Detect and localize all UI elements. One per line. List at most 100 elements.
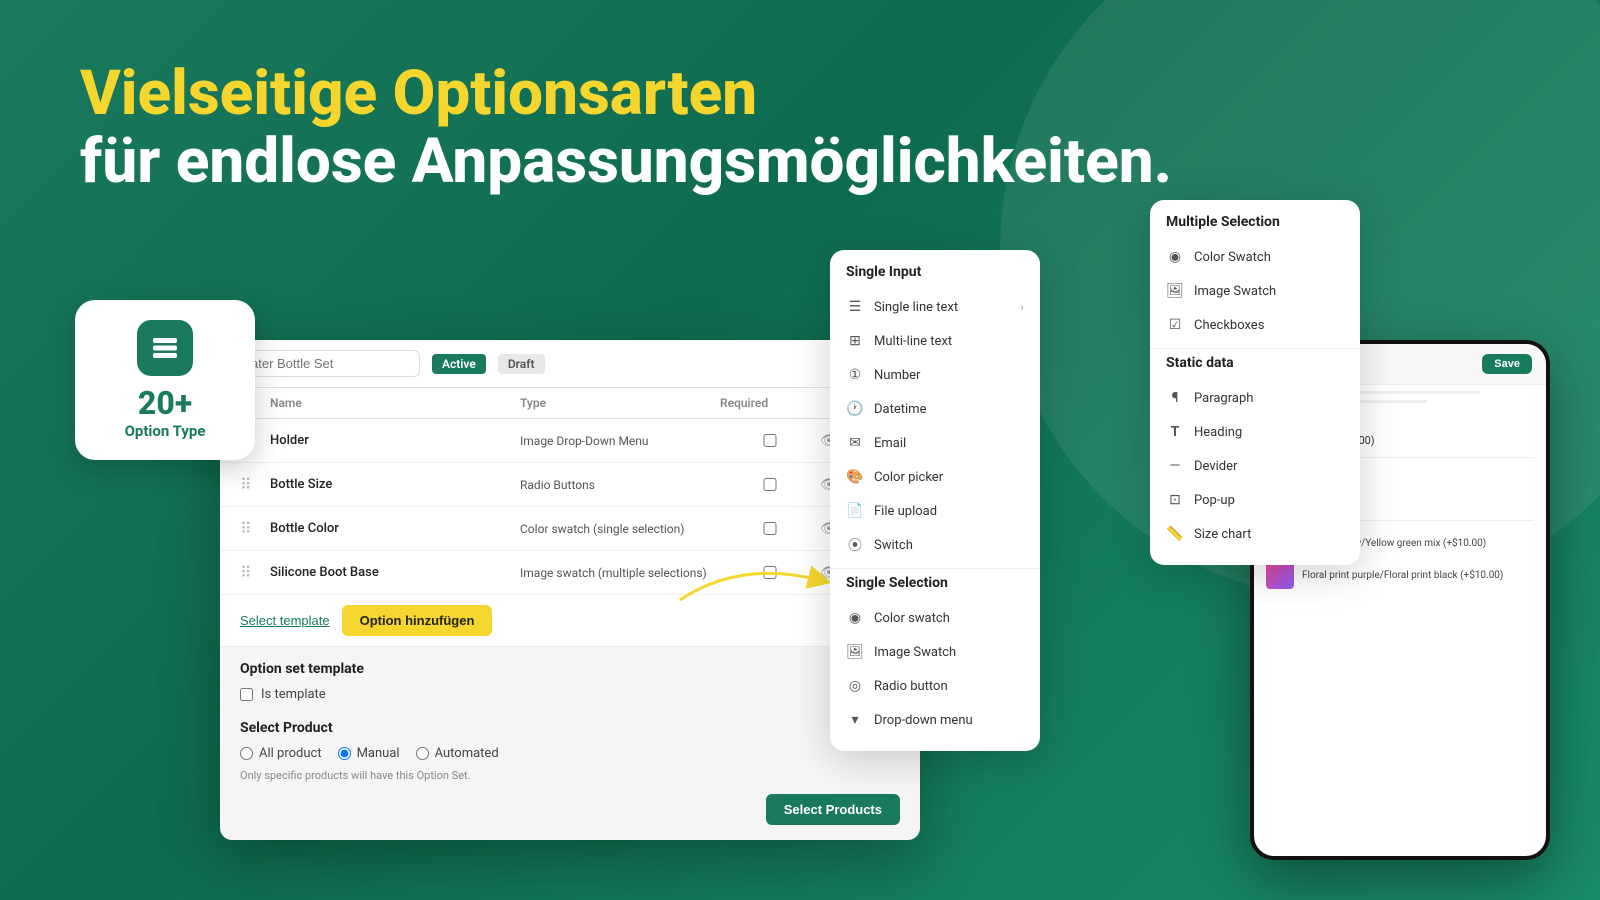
row-name: Holder: [270, 433, 520, 448]
switch-item[interactable]: ⦿ Switch: [830, 528, 1040, 562]
required-checkbox[interactable]: [720, 478, 820, 491]
devider-label: Devider: [1194, 459, 1237, 474]
dropdown-menu-item[interactable]: ▾ Drop-down menu: [830, 703, 1040, 737]
required-checkbox[interactable]: [720, 522, 820, 535]
single-line-icon: ☰: [846, 298, 864, 316]
checkboxes-label: Checkboxes: [1194, 318, 1264, 333]
multi-line-text-item[interactable]: ⊞ Multi-line text: [830, 324, 1040, 358]
color-swatch-icon: ◉: [846, 609, 864, 627]
paragraph-label: Paragraph: [1194, 391, 1253, 406]
stack-icon: [149, 332, 181, 364]
single-input-dropdown: Single Input ☰ Single line text › ⊞ Mult…: [830, 250, 1040, 751]
size-chart-item[interactable]: 📏 Size chart: [1150, 517, 1360, 551]
drag-handle-icon[interactable]: ⠿: [240, 519, 270, 538]
color-picker-item[interactable]: 🎨 Color picker: [830, 460, 1040, 494]
row-name: Bottle Size: [270, 477, 520, 492]
devider-item[interactable]: — Devider: [1150, 449, 1360, 483]
radio-button-item[interactable]: ◎ Radio button: [830, 669, 1040, 703]
switch-label: Switch: [874, 538, 913, 553]
row-type: Radio Buttons: [520, 478, 720, 492]
option-type-badge: 20+ Option Type: [75, 300, 255, 460]
paragraph-icon: ¶: [1166, 389, 1184, 407]
product-label-floral: Floral print purple/Floral print black (…: [1302, 570, 1503, 581]
required-checkbox[interactable]: [720, 434, 820, 447]
heading-icon: T: [1166, 423, 1184, 441]
image-swatch-item[interactable]: 🖼 Image Swatch: [830, 635, 1040, 669]
option-set-template-label: Option set template: [220, 647, 920, 683]
single-line-label: Single line text: [874, 300, 958, 315]
table-row: ⠿ Holder Image Drop-Down Menu 👁 ⚙ 🗑: [220, 419, 920, 463]
file-upload-item[interactable]: 📄 File upload: [830, 494, 1040, 528]
color-swatch-label: Color swatch: [874, 611, 950, 626]
single-input-title: Single Input: [830, 264, 1040, 290]
email-item[interactable]: ✉ Email: [830, 426, 1040, 460]
bottle-set-input[interactable]: [240, 350, 420, 377]
hint-text: Only specific products will have this Op…: [220, 765, 920, 786]
is-template-checkbox[interactable]: [240, 688, 253, 701]
datetime-label: Datetime: [874, 402, 926, 417]
table-row: ⠿ Bottle Size Radio Buttons 👁 ⚙ 🗑: [220, 463, 920, 507]
multi-image-swatch-label: Image Swatch: [1194, 284, 1276, 299]
datetime-icon: 🕐: [846, 400, 864, 418]
popup-icon: ⊡: [1166, 491, 1184, 509]
multi-image-swatch-item[interactable]: 🖼 Image Swatch: [1150, 274, 1360, 308]
popup-item[interactable]: ⊡ Pop-up: [1150, 483, 1360, 517]
select-product-radios: All product Manual Automated: [220, 742, 920, 765]
color-swatch-item[interactable]: ◉ Color swatch: [830, 601, 1040, 635]
badge-number: 20+: [138, 384, 192, 422]
is-template-row: Is template: [220, 683, 920, 706]
device-save-button[interactable]: Save: [1482, 354, 1532, 374]
datetime-item[interactable]: 🕐 Datetime: [830, 392, 1040, 426]
file-upload-label: File upload: [874, 504, 937, 519]
dropdown-divider: [830, 568, 1040, 569]
number-label: Number: [874, 368, 920, 383]
multi-color-swatch-label: Color Swatch: [1194, 250, 1271, 265]
multi-line-icon: ⊞: [846, 332, 864, 350]
heading-label: Heading: [1194, 425, 1242, 440]
app-header: Active Draft: [220, 340, 920, 388]
drag-handle-icon[interactable]: ⠿: [240, 475, 270, 494]
email-icon: ✉: [846, 434, 864, 452]
active-badge: Active: [432, 354, 486, 374]
radio-button-label: Radio button: [874, 679, 948, 694]
all-product-option[interactable]: All product: [240, 746, 322, 761]
popup-label: Pop-up: [1194, 493, 1235, 508]
image-swatch-label: Image Swatch: [874, 645, 956, 660]
number-item[interactable]: ① Number: [830, 358, 1040, 392]
add-option-button[interactable]: Option hinzufügen: [342, 605, 493, 636]
single-selection-title: Single Selection: [830, 575, 1040, 601]
select-products-button[interactable]: Select Products: [766, 794, 900, 825]
color-picker-icon: 🎨: [846, 468, 864, 486]
switch-icon: ⦿: [846, 536, 864, 554]
product-item-floral: Floral print purple/Floral print black (…: [1266, 561, 1534, 589]
expand-icon: ▾: [846, 711, 864, 729]
multiple-selection-dropdown: Multiple Selection ◉ Color Swatch 🖼 Imag…: [1150, 200, 1360, 565]
multi-color-swatch-item[interactable]: ◉ Color Swatch: [1150, 240, 1360, 274]
table-header: Name Type Required: [220, 388, 920, 419]
size-chart-label: Size chart: [1194, 527, 1251, 542]
hero-line2: für endlose Anpassungsmöglichkeiten.: [80, 128, 1172, 196]
single-line-text-item[interactable]: ☰ Single line text ›: [830, 290, 1040, 324]
static-data-title: Static data: [1150, 355, 1360, 381]
dropdown-menu-label: Drop-down menu: [874, 713, 973, 728]
automated-option[interactable]: Automated: [416, 746, 499, 761]
row-name: Silicone Boot Base: [270, 565, 520, 580]
image-swatch-icon: 🖼: [846, 643, 864, 661]
heading-item[interactable]: T Heading: [1150, 415, 1360, 449]
multiple-selection-title: Multiple Selection: [1150, 214, 1360, 240]
paragraph-item[interactable]: ¶ Paragraph: [1150, 381, 1360, 415]
select-product-label: Select Product: [220, 706, 920, 742]
checkboxes-icon: ☑: [1166, 316, 1184, 334]
drag-handle-icon[interactable]: ⠿: [240, 563, 270, 582]
is-template-label: Is template: [261, 687, 326, 702]
dropdown-divider: [1150, 348, 1360, 349]
row-type: Color swatch (single selection): [520, 522, 720, 536]
size-chart-icon: 📏: [1166, 525, 1184, 543]
color-picker-label: Color picker: [874, 470, 943, 485]
row-name: Bottle Color: [270, 521, 520, 536]
product-thumb-floral: [1266, 561, 1294, 589]
select-template-button[interactable]: Select template: [240, 613, 330, 628]
checkboxes-item[interactable]: ☑ Checkboxes: [1150, 308, 1360, 342]
manual-option[interactable]: Manual: [338, 746, 400, 761]
hero-section: Vielseitige Optionsarten für endlose Anp…: [80, 60, 1172, 196]
